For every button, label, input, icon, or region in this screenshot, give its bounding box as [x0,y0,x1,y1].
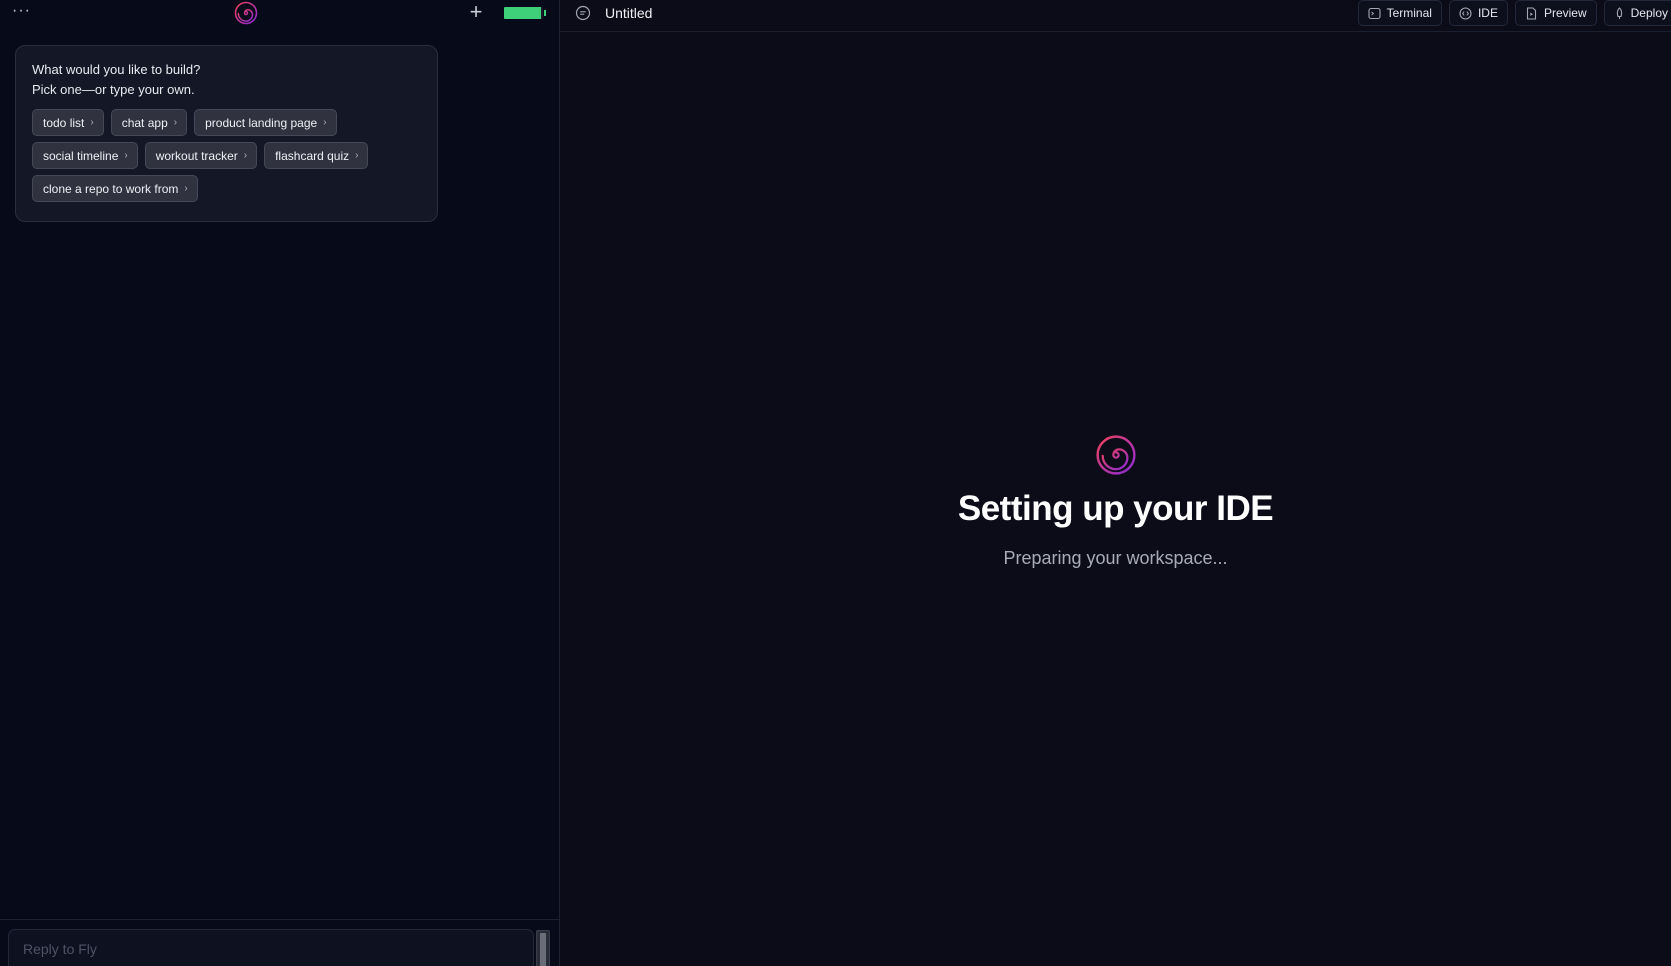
suggestion-label: product landing page [205,115,318,130]
tab-label: Terminal [1386,6,1432,20]
chevron-right-icon: › [243,150,248,161]
chevron-right-icon: › [173,117,178,128]
prompt-hint: Pick one—or type your own. [32,82,195,97]
workspace-toolbar: Untitled Terminal IDE Preview Deploy [560,0,1671,32]
tab-label: IDE [1477,6,1498,20]
suggestion-chip-clone-repo[interactable]: clone a repo to work from › [32,175,198,202]
tab-terminal[interactable]: Terminal [1357,0,1442,26]
loading-state: Setting up your IDE Preparing your works… [560,434,1671,569]
suggestion-label: todo list [43,115,85,130]
workspace-panel: Untitled Terminal IDE Preview Deploy Set… [560,0,1671,966]
chevron-right-icon: › [124,150,128,161]
suggestion-chip-product-landing-page[interactable]: product landing page › [194,109,337,136]
chat-panel: ··· + What would you like to build? Pick… [0,0,560,966]
code-icon [1459,6,1472,20]
suggestion-label: flashcard quiz [275,148,350,163]
tab-label: Preview [1543,6,1587,20]
battery-body [504,7,544,19]
loading-title: Setting up your IDE [957,489,1274,528]
chat-panel-toolbar: ··· + [0,0,559,26]
tab-preview[interactable]: Preview [1514,0,1597,26]
message-composer [0,919,559,966]
new-chat-button[interactable]: + [466,1,486,23]
tab-ide[interactable]: IDE [1448,0,1508,26]
suggestion-label: workout tracker [155,148,238,163]
app-window: ··· + What would you like to build? Pick… [0,0,1671,966]
chevron-right-icon: › [323,117,327,128]
battery-cap [544,10,546,16]
more-menu-icon[interactable]: ··· [12,3,31,19]
suggestion-chip-social-timeline[interactable]: social timeline › [32,142,138,169]
spiral-logo-icon[interactable] [234,1,258,25]
chevron-right-icon: › [90,117,94,128]
prompt-question: What would you like to build? [32,62,201,77]
suggestion-label: chat app [121,115,168,130]
file-play-icon [1526,6,1537,20]
tab-label: Deploy [1630,6,1668,20]
page-title[interactable]: Untitled [605,4,652,22]
workspace-tabs: Terminal IDE Preview Deploy [1357,0,1671,26]
battery-level-fill [504,7,542,19]
chevron-right-icon: › [355,150,359,161]
tab-deploy[interactable]: Deploy [1603,0,1671,26]
composer-resize-handle[interactable] [536,930,550,966]
suggestion-chip-workout-tracker[interactable]: workout tracker › [144,142,258,169]
spiral-logo-icon [1095,435,1136,475]
chat-bubble-icon[interactable] [575,5,591,21]
suggestion-chips: todo list › chat app › product landing p… [32,109,412,202]
chevron-right-icon: › [184,183,188,194]
rocket-icon [1616,6,1622,19]
suggestion-label: clone a repo to work from [43,181,179,196]
build-prompt-card: What would you like to build? Pick one—o… [15,45,438,222]
suggestion-chip-flashcard-quiz[interactable]: flashcard quiz › [264,142,369,169]
suggestion-label: social timeline [43,148,119,163]
reply-input[interactable] [8,929,534,966]
loading-subtitle: Preparing your workspace... [1003,548,1228,568]
terminal-icon [1368,7,1381,19]
suggestion-chip-todo-list[interactable]: todo list › [32,109,104,136]
battery-icon [504,7,546,19]
suggestion-chip-chat-app[interactable]: chat app › [110,109,188,136]
